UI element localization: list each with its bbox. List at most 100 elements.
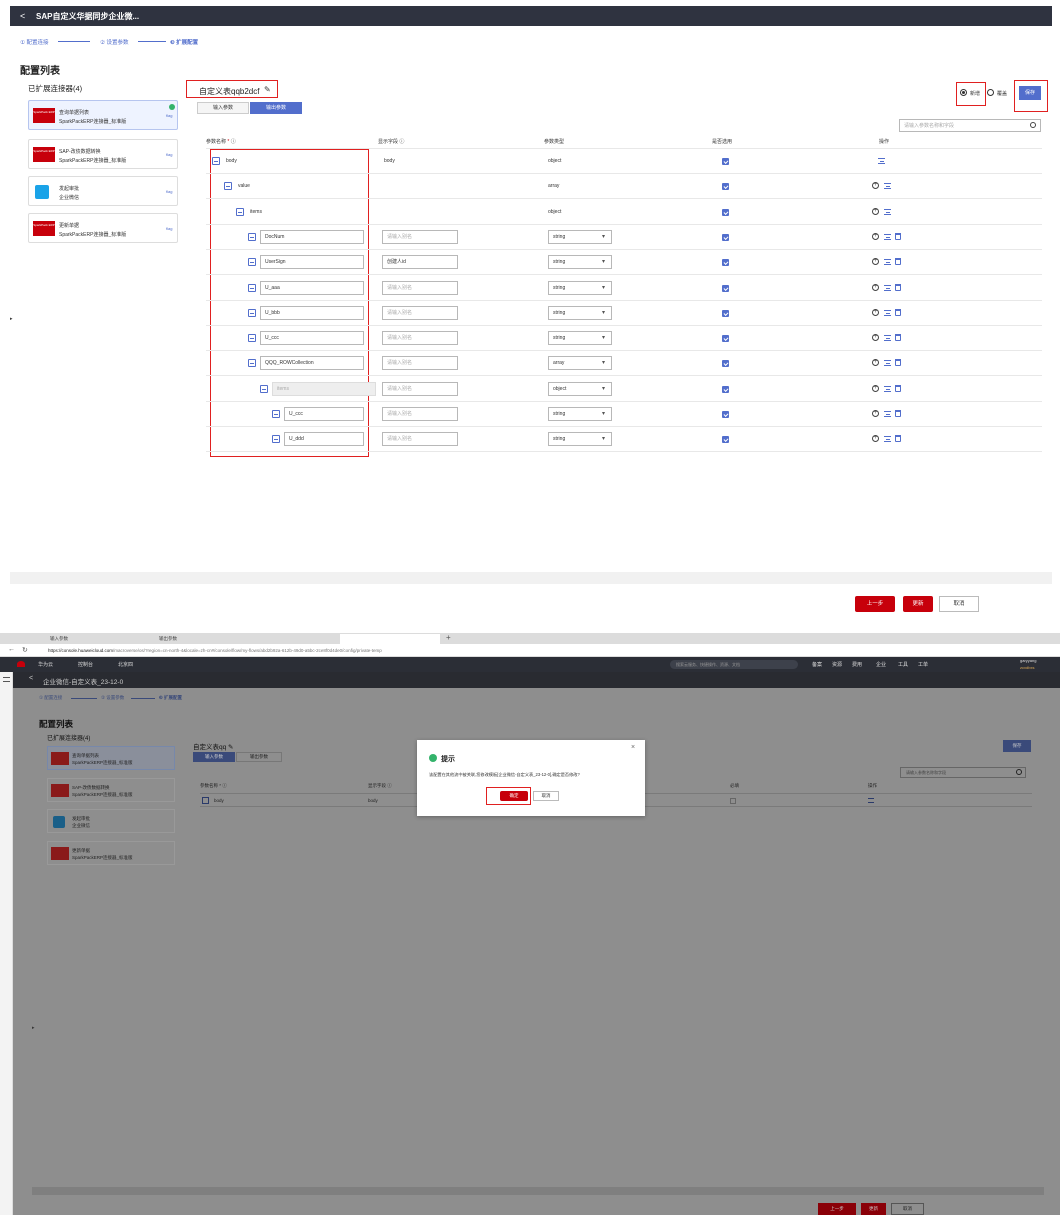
tab-input-params[interactable]: 输入参数 <box>197 102 249 114</box>
param-name-input[interactable]: U_aaa <box>260 281 364 295</box>
selected-checkbox[interactable] <box>722 411 729 418</box>
tree-icon[interactable] <box>884 259 891 265</box>
selected-checkbox[interactable] <box>722 183 729 190</box>
collapse-arrow-icon[interactable]: ▸ <box>10 316 13 322</box>
step-2[interactable]: ② 设置参数 <box>100 38 128 46</box>
nav-link[interactable]: 资源 <box>832 661 842 668</box>
connector-card[interactable]: 发起审批 企业微信 flag <box>28 176 178 206</box>
collapse-icon[interactable] <box>202 797 209 804</box>
menu-icon[interactable] <box>3 677 10 682</box>
collapse-icon[interactable] <box>248 258 256 266</box>
display-alias-input[interactable]: 创建人id <box>382 255 458 269</box>
browser-tab-active[interactable] <box>340 634 440 644</box>
param-type-select[interactable]: object <box>548 382 612 396</box>
delete-icon[interactable] <box>895 309 901 316</box>
selected-checkbox[interactable] <box>722 285 729 292</box>
cancel-button[interactable]: 取消 <box>939 596 979 612</box>
delete-icon[interactable] <box>895 258 901 265</box>
step-2[interactable]: ② 设置参数 <box>101 695 124 701</box>
tab-output-params[interactable]: 输出参数 <box>250 102 302 114</box>
delete-icon[interactable] <box>895 233 901 240</box>
browser-tab[interactable]: 输入参数 <box>46 634 156 644</box>
dialog-cancel-button[interactable]: 取消 <box>533 791 559 801</box>
display-alias-input[interactable]: 请输入别名 <box>382 230 458 244</box>
tree-icon[interactable] <box>884 183 891 189</box>
tab-input-params[interactable]: 输入参数 <box>193 752 235 762</box>
delete-icon[interactable] <box>895 359 901 366</box>
selected-checkbox[interactable] <box>722 360 729 367</box>
display-alias-input[interactable]: 请输入别名 <box>382 306 458 320</box>
add-child-icon[interactable]: + <box>872 385 879 392</box>
collapse-icon[interactable] <box>248 359 256 367</box>
connector-card[interactable]: SparkPack ERP 更新单据 SparkPackERP连接器_标准版 f… <box>28 213 178 243</box>
display-alias-input[interactable]: 请输入别名 <box>382 382 458 396</box>
delete-icon[interactable] <box>895 435 901 442</box>
cancel-button[interactable]: 取消 <box>891 1203 924 1215</box>
nav-link[interactable]: 工单 <box>918 661 928 668</box>
step-3[interactable]: ❸ 扩展配置 <box>170 38 198 46</box>
param-type-select[interactable]: string <box>548 331 612 345</box>
connector-card[interactable]: SparkPack ERP SAP-改债数据转换 SparkPackERP连接器… <box>28 139 178 169</box>
param-type-select[interactable]: string <box>548 306 612 320</box>
radio-new[interactable] <box>960 89 967 96</box>
tab-output-params[interactable]: 输出参数 <box>236 752 282 762</box>
add-child-icon[interactable]: + <box>872 359 879 366</box>
param-name-input[interactable]: U_ccc <box>260 331 364 345</box>
step-1[interactable]: ① 配置连接 <box>39 695 62 701</box>
delete-icon[interactable] <box>895 284 901 291</box>
selected-checkbox[interactable] <box>722 335 729 342</box>
selected-checkbox[interactable] <box>722 209 729 216</box>
back-button[interactable]: < <box>29 675 33 682</box>
tree-icon[interactable] <box>884 209 891 215</box>
save-button[interactable]: 保存 <box>1019 86 1041 100</box>
display-alias-input[interactable]: 请输入别名 <box>382 331 458 345</box>
collapse-icon[interactable] <box>236 208 244 216</box>
search-input[interactable]: 请输入参数名称和字段 <box>899 119 1041 132</box>
param-name-input[interactable]: U_bbb <box>260 306 364 320</box>
tree-icon[interactable] <box>884 411 891 417</box>
tree-icon[interactable] <box>878 158 885 164</box>
connector-card[interactable]: SparkPack ERP 查询单据列表 SparkPackERP连接器_标准版… <box>28 100 178 130</box>
selected-checkbox[interactable] <box>722 386 729 393</box>
connector-card[interactable]: SAP-改债数据转换 SparkPackERP连接器_标准版 <box>47 778 175 802</box>
collapse-icon[interactable] <box>248 334 256 342</box>
tree-icon[interactable] <box>884 285 891 291</box>
search-icon[interactable] <box>1016 769 1022 775</box>
tree-icon[interactable] <box>884 335 891 341</box>
add-child-icon[interactable]: + <box>872 258 879 265</box>
update-button[interactable]: 更新 <box>861 1203 886 1215</box>
collapse-icon[interactable] <box>248 309 256 317</box>
tree-icon[interactable] <box>884 360 891 366</box>
collapse-icon[interactable] <box>248 233 256 241</box>
add-child-icon[interactable]: + <box>872 334 879 341</box>
collapse-icon[interactable] <box>272 410 280 418</box>
param-name-input[interactable]: DocNum <box>260 230 364 244</box>
collapse-icon[interactable] <box>272 435 280 443</box>
brand-label[interactable]: 华为云 <box>38 661 53 668</box>
tree-icon[interactable] <box>884 436 891 442</box>
add-child-icon[interactable]: + <box>872 410 879 417</box>
user-name[interactable]: garyyang <box>1020 658 1036 663</box>
browser-tab[interactable] <box>245 634 340 644</box>
huawei-logo[interactable] <box>17 661 25 667</box>
collapse-icon[interactable] <box>212 157 220 165</box>
param-name-input[interactable]: U_ddd <box>284 432 364 446</box>
browser-tab[interactable]: 输出参数 <box>155 634 245 644</box>
nav-link[interactable]: 企业 <box>876 661 886 668</box>
add-child-icon[interactable]: + <box>872 208 879 215</box>
back-button[interactable]: < <box>20 11 25 21</box>
console-link[interactable]: 控制台 <box>78 661 93 668</box>
reload-icon[interactable]: ↻ <box>22 646 28 654</box>
display-alias-input[interactable]: 请输入别名 <box>382 356 458 370</box>
param-name-input[interactable]: U_ccc <box>284 407 364 421</box>
collapse-icon[interactable] <box>260 385 268 393</box>
edit-pencil-icon[interactable]: ✎ <box>264 85 271 94</box>
param-type-select[interactable]: string <box>548 255 612 269</box>
nav-link[interactable]: 费用 <box>852 661 862 668</box>
url-field[interactable]: https://console.huaweicloud.com/macrover… <box>48 646 848 655</box>
param-type-select[interactable]: string <box>548 281 612 295</box>
tree-icon[interactable] <box>884 310 891 316</box>
nav-link[interactable]: 工具 <box>898 661 908 668</box>
prev-button[interactable]: 上一步 <box>818 1203 856 1215</box>
collapse-arrow-icon[interactable]: ▸ <box>32 1025 35 1031</box>
